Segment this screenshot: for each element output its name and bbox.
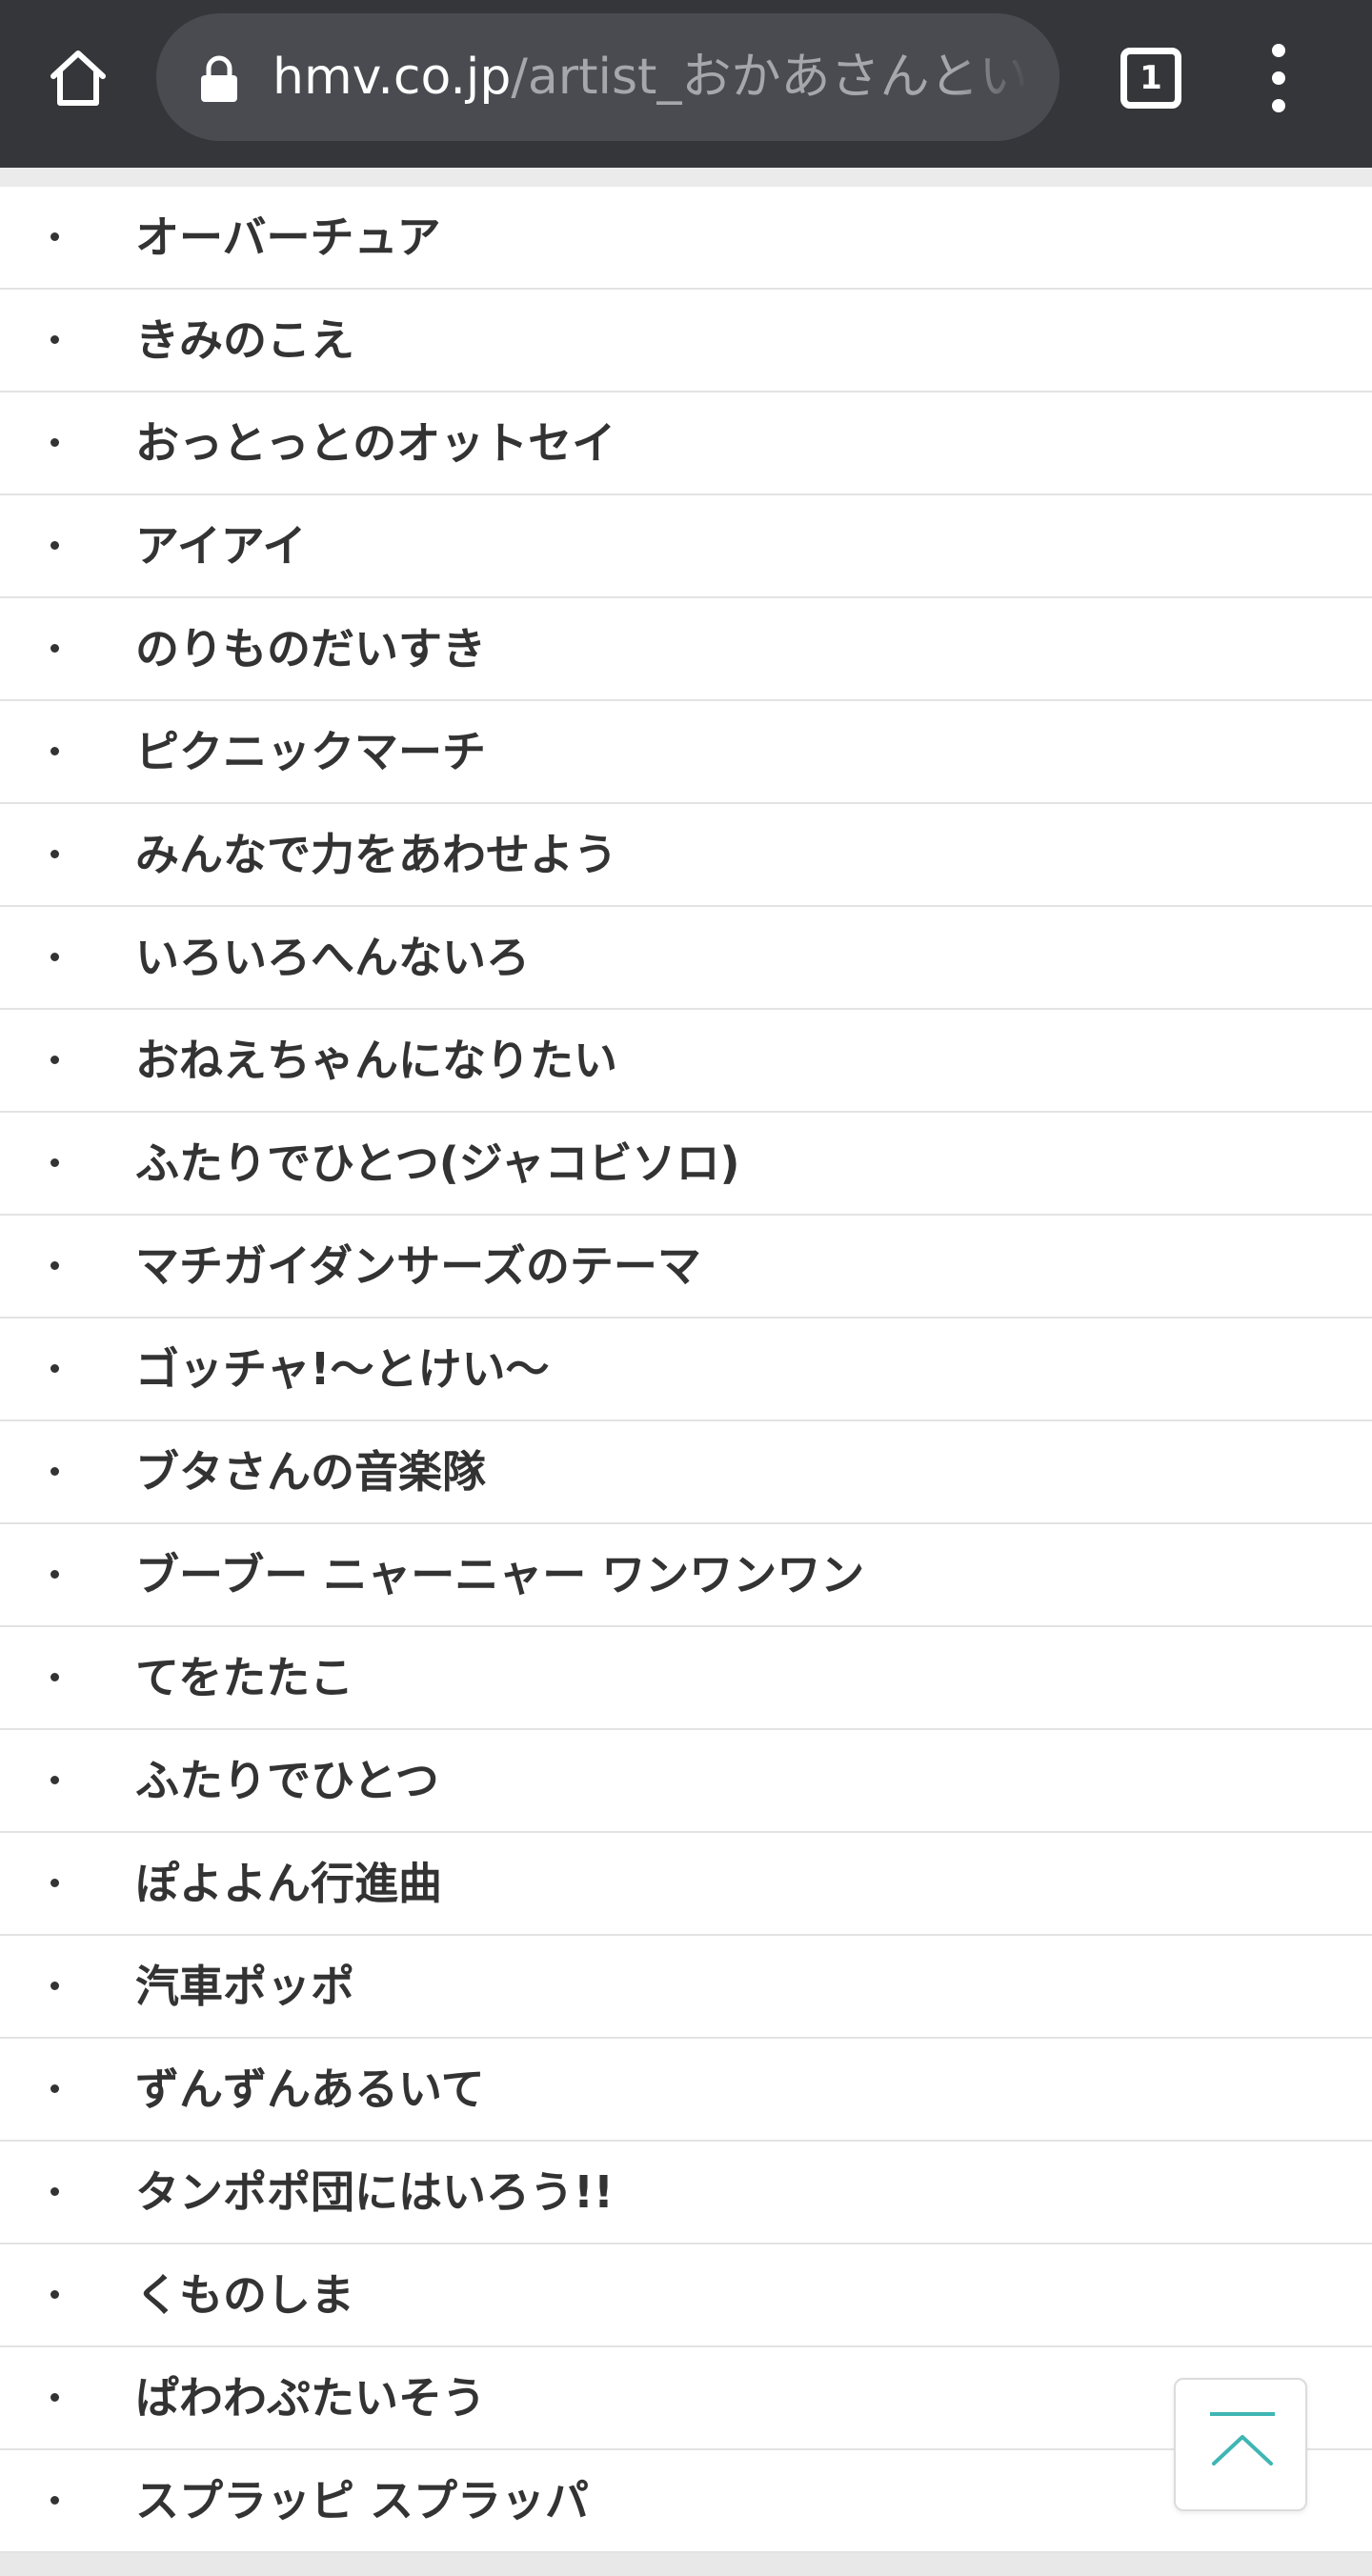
song-title[interactable]: ぽよよん行進曲 <box>135 1833 442 1934</box>
song-list-item[interactable]: きみのこえ <box>0 290 1372 392</box>
song-list-item[interactable]: ふたりでひとつ(ジャコビソロ) <box>0 1113 1372 1216</box>
song-list-item[interactable]: マチガイダンサーズのテーマ <box>0 1216 1372 1318</box>
song-title[interactable]: ずんずんあるいて <box>135 2039 485 2140</box>
url-host: hmv.co.jp <box>272 49 512 106</box>
song-title[interactable]: 汽車ポッポ <box>135 1936 354 2037</box>
bullet-icon <box>50 1879 59 1887</box>
bullet-icon <box>50 2290 59 2299</box>
song-title[interactable]: きみのこえ <box>135 290 354 391</box>
bullet-icon <box>50 1673 59 1681</box>
bullet-icon <box>50 438 59 447</box>
bullet-icon <box>50 1261 59 1270</box>
song-list-item[interactable]: タンポポ団にはいろう!! <box>0 2142 1372 2244</box>
song-title[interactable]: いろいろへんないろ <box>135 907 530 1008</box>
bullet-icon <box>50 335 59 344</box>
song-title[interactable]: ブーブー ニャーニャー ワンワンワン <box>135 1524 864 1625</box>
song-list-item[interactable]: おねえちゃんになりたい <box>0 1010 1372 1113</box>
song-title[interactable]: スプラッピ スプラッパ <box>135 2450 589 2551</box>
song-title[interactable]: てをたたこ <box>135 1627 353 1728</box>
song-list-item[interactable]: ゴッチャ!〜とけい〜 <box>0 1318 1372 1421</box>
url-fade <box>955 13 1059 141</box>
bullet-icon <box>50 1982 59 1990</box>
song-title[interactable]: ゴッチャ!〜とけい〜 <box>135 1318 550 1419</box>
bullet-icon <box>50 232 59 241</box>
tab-switcher-button[interactable]: 1 <box>1120 48 1181 109</box>
address-bar[interactable]: hmv.co.jp/artist_おかあさんとい <box>156 13 1059 141</box>
song-list-item[interactable]: のりものだいすき <box>0 598 1372 701</box>
bullet-icon <box>50 2393 59 2402</box>
song-title[interactable]: ぱわわぷたいそう <box>135 2347 486 2448</box>
bullet-icon <box>50 644 59 653</box>
bullet-icon <box>50 2084 59 2093</box>
song-title[interactable]: おねえちゃんになりたい <box>135 1010 617 1111</box>
url-path: /artist_おかあさんとい <box>511 49 1029 106</box>
bullet-icon <box>50 1056 59 1064</box>
song-title[interactable]: おっとっとのオットセイ <box>135 392 615 493</box>
song-list-item[interactable]: みんなで力をあわせよう <box>0 804 1372 907</box>
song-list-item[interactable]: ブタさんの音楽隊 <box>0 1421 1372 1524</box>
bullet-icon <box>50 1570 59 1579</box>
bullet-icon <box>50 747 59 755</box>
back-to-top-button[interactable] <box>1174 2378 1307 2511</box>
song-title[interactable]: マチガイダンサーズのテーマ <box>135 1216 701 1317</box>
bullet-icon <box>50 2187 59 2196</box>
song-list-item[interactable]: 汽車ポッポ <box>0 1936 1372 2039</box>
bottom-divider <box>0 2553 1372 2576</box>
song-list-item[interactable]: ブーブー ニャーニャー ワンワンワン <box>0 1524 1372 1627</box>
song-title[interactable]: みんなで力をあわせよう <box>135 804 617 905</box>
song-list-item[interactable]: ずんずんあるいて <box>0 2039 1372 2142</box>
song-list-item[interactable]: アイアイ <box>0 495 1372 598</box>
song-title[interactable]: のりものだいすき <box>135 598 486 699</box>
url-text: hmv.co.jp/artist_おかあさんとい <box>272 13 1059 141</box>
song-title[interactable]: ふたりでひとつ(ジャコビソロ) <box>135 1113 740 1214</box>
lock-icon <box>201 55 237 102</box>
song-list-item[interactable]: くものしま <box>0 2244 1372 2347</box>
song-list-item[interactable]: ピクニックマーチ <box>0 701 1372 804</box>
tab-count: 1 <box>1140 59 1162 97</box>
song-title[interactable]: くものしま <box>135 2244 354 2345</box>
bullet-icon <box>50 1158 59 1167</box>
song-list-item[interactable]: おっとっとのオットセイ <box>0 392 1372 495</box>
bullet-icon <box>50 953 59 961</box>
song-list-item[interactable]: オーバーチュア <box>0 187 1372 290</box>
song-title[interactable]: ピクニックマーチ <box>135 701 486 802</box>
song-title[interactable]: ブタさんの音楽隊 <box>135 1421 486 1522</box>
bullet-icon <box>50 1467 59 1476</box>
song-list-item[interactable]: ぽよよん行進曲 <box>0 1833 1372 1936</box>
bullet-icon <box>50 541 59 550</box>
song-title[interactable]: ふたりでひとつ <box>135 1730 439 1831</box>
song-list-item[interactable]: ぱわわぷたいそう <box>0 2347 1372 2450</box>
song-title[interactable]: タンポポ団にはいろう!! <box>135 2142 614 2243</box>
bullet-icon <box>50 1776 59 1784</box>
song-title[interactable]: オーバーチュア <box>135 187 441 288</box>
browser-toolbar: hmv.co.jp/artist_おかあさんとい 1 <box>0 0 1372 168</box>
song-list: オーバーチュア きみのこえ おっとっとのオットセイ アイアイ のりものだいすき ピクニック… <box>0 187 1372 2553</box>
song-list-item[interactable]: ふたりでひとつ <box>0 1730 1372 1833</box>
song-list-item[interactable]: スプラッピ スプラッパ <box>0 2450 1372 2553</box>
more-vert-icon[interactable] <box>1254 44 1303 112</box>
back-to-top-line <box>1210 2412 1275 2416</box>
song-list-item[interactable]: いろいろへんないろ <box>0 907 1372 1010</box>
song-list-item[interactable]: てをたたこ <box>0 1627 1372 1730</box>
chevron-up-icon <box>1212 2435 1273 2465</box>
bullet-icon <box>50 2496 59 2505</box>
bullet-icon <box>50 1364 59 1373</box>
song-title[interactable]: アイアイ <box>135 495 306 596</box>
home-button[interactable] <box>40 40 116 116</box>
bullet-icon <box>50 850 59 858</box>
home-icon <box>50 50 106 106</box>
toolbar-divider <box>0 168 1372 187</box>
